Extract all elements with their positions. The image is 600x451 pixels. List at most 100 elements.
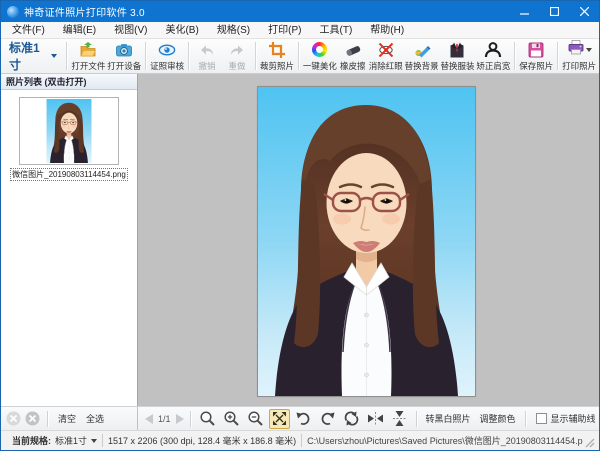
remove-red-eye-button[interactable]: 消除红眼 (368, 40, 404, 73)
menu-bar: 文件(F) 编辑(E) 视图(V) 美化(B) 规格(S) 打印(P) 工具(T… (1, 22, 599, 39)
crop-icon (268, 41, 286, 59)
camera-icon (115, 41, 133, 59)
save-photo-button[interactable]: 保存照片 (518, 40, 554, 73)
remove-photo-icon[interactable] (25, 411, 40, 426)
app-logo-icon (7, 5, 19, 18)
folder-open-icon (79, 41, 97, 59)
spec-selector-label: 标准1寸 (9, 41, 40, 72)
page-indicator: 1/1 (158, 413, 171, 424)
zoom-out-button[interactable] (245, 409, 266, 429)
menu-edit[interactable]: 编辑(E) (54, 22, 105, 39)
bw-photo-button[interactable]: 转黑白照片 (423, 412, 474, 425)
correct-shoulders-label: 矫正肩宽 (476, 60, 511, 71)
zoom-tool-button[interactable] (197, 409, 218, 429)
eraser-button[interactable]: 橡皮擦 (338, 40, 368, 73)
spec-selector-dropdown[interactable]: 标准1寸 (3, 39, 63, 73)
photo-preview[interactable] (257, 86, 476, 397)
rotate-right-button[interactable] (317, 409, 338, 429)
crop-photo-button[interactable]: 裁剪照片 (259, 40, 295, 73)
one-key-beautify-label: 一键美化 (302, 60, 337, 71)
open-device-button[interactable]: 打开设备 (106, 40, 142, 73)
current-spec-value[interactable]: 标准1寸 (55, 434, 87, 447)
open-file-label: 打开文件 (71, 60, 106, 71)
redo-icon (228, 41, 246, 59)
portrait-image (258, 87, 475, 396)
undo-label: 撤销 (198, 60, 216, 71)
rotate-180-icon (344, 411, 358, 426)
viewer-toolbar: 清空 全选 1/1 转黑白照片 调整颜色 显示辅助线 (1, 406, 599, 430)
redo-button[interactable]: 重做 (222, 40, 252, 73)
photo-thumbnail[interactable] (19, 97, 119, 165)
head-shoulders-icon (484, 41, 502, 59)
photo-review-button[interactable]: 证照审核 (149, 40, 185, 73)
open-file-button[interactable]: 打开文件 (70, 40, 106, 73)
chevron-down-icon[interactable] (91, 438, 98, 443)
print-photo-button[interactable]: 打印照片 (561, 40, 597, 73)
replace-clothes-button[interactable]: 替换服装 (440, 40, 476, 73)
menu-spec[interactable]: 规格(S) (208, 22, 259, 39)
toolbar-separator (557, 42, 559, 70)
select-all-button[interactable]: 全选 (83, 412, 107, 425)
redo-label: 重做 (228, 60, 246, 71)
separator (524, 410, 526, 427)
flip-horizontal-button[interactable] (365, 409, 386, 429)
toolbar-separator (255, 42, 257, 70)
flip-vertical-button[interactable] (389, 409, 410, 429)
menu-print[interactable]: 打印(P) (259, 22, 310, 39)
fit-screen-icon (272, 412, 286, 425)
floppy-disk-icon (527, 41, 545, 59)
close-button[interactable] (569, 1, 599, 22)
current-spec-label: 当前规格: (12, 436, 51, 446)
magnifier-icon (199, 411, 215, 426)
printer-icon (567, 38, 585, 61)
photo-filename[interactable]: 微信图片_20190803114454.png (10, 168, 128, 181)
open-device-label: 打开设备 (107, 60, 142, 71)
window-title: 神奇证件照片打印软件 3.0 (24, 8, 145, 19)
clear-list-button[interactable]: 清空 (55, 412, 79, 425)
file-path: C:\Users\zhou\Pictures\Saved Pictures\微信… (307, 436, 583, 446)
color-wheel-icon (311, 41, 329, 59)
maximize-button[interactable] (539, 1, 569, 22)
remove-red-eye-label: 消除红眼 (368, 60, 403, 71)
zoom-out-icon (247, 411, 263, 426)
photo-list-panel: 照片列表 (双击打开) 微信图片_20190803114454.png (1, 74, 138, 406)
menu-beautify[interactable]: 美化(B) (156, 22, 207, 39)
menu-view[interactable]: 视图(V) (105, 22, 156, 39)
menu-tools[interactable]: 工具(T) (311, 22, 362, 39)
resize-grip[interactable] (583, 436, 595, 450)
rotate-left-button[interactable] (293, 409, 314, 429)
next-page-button[interactable] (175, 413, 184, 424)
menu-file[interactable]: 文件(F) (3, 22, 54, 39)
undo-button[interactable]: 撤销 (192, 40, 222, 73)
title-bar: 神奇证件照片打印软件 3.0 (1, 1, 599, 22)
replace-background-label: 替换背景 (404, 60, 439, 71)
show-guides-checkbox[interactable] (535, 413, 547, 424)
separator (47, 410, 48, 427)
prev-page-button[interactable] (145, 413, 153, 424)
zoom-in-icon (223, 411, 239, 426)
zoom-in-button[interactable] (221, 409, 242, 429)
print-photo-label: 打印照片 (562, 60, 597, 71)
toolbar-separator (66, 42, 68, 70)
minimize-button[interactable] (509, 1, 539, 22)
image-info: 1517 x 2206 (300 dpi, 128.4 毫米 x 186.8 毫… (108, 436, 297, 446)
eraser-icon (344, 41, 362, 59)
replace-background-button[interactable]: 替换背景 (404, 40, 440, 73)
eraser-label: 橡皮擦 (340, 60, 366, 71)
adjust-color-button[interactable]: 调整颜色 (477, 412, 519, 425)
one-key-beautify-button[interactable]: 一键美化 (302, 40, 338, 73)
photo-list[interactable]: 微信图片_20190803114454.png (1, 90, 137, 406)
fit-screen-button[interactable] (268, 408, 290, 429)
rotate-180-button[interactable] (341, 409, 362, 429)
flip-horizontal-icon (367, 412, 383, 425)
thumbnail-portrait (46, 99, 92, 163)
menu-help[interactable]: 帮助(H) (361, 22, 413, 39)
photo-list-header: 照片列表 (双击打开) (1, 74, 137, 90)
toolbar-separator (514, 42, 516, 70)
photo-canvas[interactable] (138, 74, 599, 406)
delete-photo-icon[interactable] (6, 411, 21, 426)
toolbar-separator (188, 42, 190, 70)
correct-shoulders-button[interactable]: 矫正肩宽 (475, 40, 511, 73)
replace-clothes-label: 替换服装 (440, 60, 475, 71)
toolbar-separator (145, 42, 147, 70)
